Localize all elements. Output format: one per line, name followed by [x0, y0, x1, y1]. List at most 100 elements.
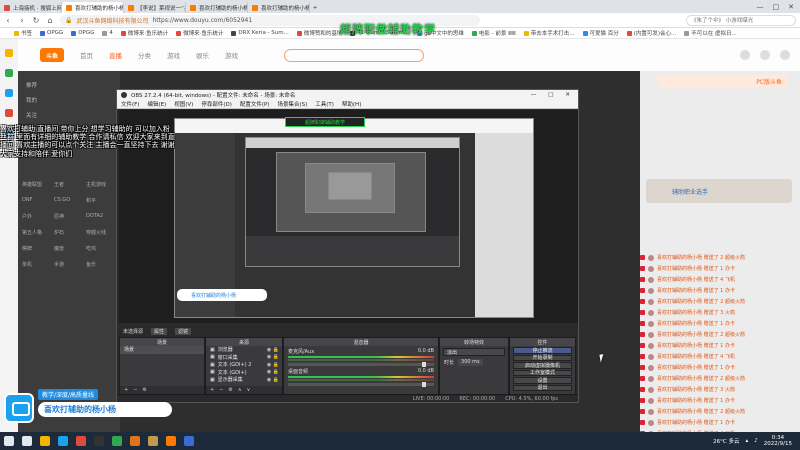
mic-volume-handle[interactable] — [422, 362, 426, 367]
search-icon[interactable] — [22, 436, 32, 446]
new-tab-button[interactable]: + — [310, 2, 320, 13]
desktop-volume-handle[interactable] — [422, 382, 426, 387]
obs-menu-item[interactable]: 文件(F) — [121, 100, 139, 108]
remove-source-icon[interactable]: − — [219, 387, 223, 393]
browser-tab[interactable]: 喜欢打辅助的杨小杨 直播间直播_斗鱼× — [248, 2, 310, 13]
control-button[interactable]: 开始录制 — [513, 354, 572, 361]
category-item[interactable]: 第五人格 — [22, 229, 54, 236]
transition-select[interactable]: 淡出 — [443, 348, 505, 356]
category-item[interactable]: 手游 — [54, 261, 86, 268]
home-icon[interactable]: ⌂ — [46, 16, 54, 25]
properties-button[interactable]: 属性 — [151, 327, 168, 335]
control-button[interactable]: 停止推流 — [513, 347, 572, 354]
desktop-volume-slider[interactable] — [288, 382, 434, 387]
category-item[interactable]: 王者 — [54, 181, 86, 188]
obs-menu-item[interactable]: 编辑(E) — [147, 100, 166, 108]
obs-preview[interactable]: 超牌职做辅助教学 喜欢打辅助的杨小杨 — [119, 110, 578, 323]
visibility-icon[interactable]: ◉ 🔒 — [267, 354, 279, 360]
app3-icon[interactable] — [184, 436, 194, 446]
message-icon[interactable] — [760, 50, 770, 60]
forward-icon[interactable]: › — [18, 16, 26, 25]
bookmark-item[interactable]: 可爱猫 百分 — [582, 29, 619, 37]
control-button[interactable]: 退出 — [513, 384, 572, 391]
close-button[interactable]: ✕ — [788, 3, 794, 11]
obs-maximize-button[interactable]: □ — [548, 92, 553, 98]
nav-item[interactable]: 游戏 — [225, 50, 238, 60]
category-item[interactable]: 主机游戏 — [86, 181, 118, 188]
bookmark-item[interactable]: 微博赞和的基情 — [296, 29, 342, 37]
avatar[interactable] — [780, 50, 790, 60]
move-down-icon[interactable]: ∨ — [247, 387, 251, 393]
browser-icon[interactable] — [76, 436, 86, 446]
bookmark-item[interactable]: 不可以在 虚拟日... — [684, 29, 737, 37]
obs-close-button[interactable]: ✕ — [565, 92, 570, 98]
wechat-icon[interactable] — [5, 69, 13, 77]
bookmark-item[interactable]: 电影 - 前景 ⅢⅢ — [471, 29, 516, 37]
filters-button[interactable]: 滤镜 — [175, 327, 192, 335]
control-button[interactable]: 设置 — [513, 377, 572, 384]
app-icon[interactable] — [130, 436, 140, 446]
network-icon[interactable]: ▴ — [746, 438, 749, 444]
category-item[interactable]: 棋牌 — [22, 245, 54, 252]
browser-tab[interactable]: 【李说】莱视说一“共同”——路线教学× — [124, 2, 186, 13]
nav-item[interactable]: 分类 — [138, 50, 151, 60]
volume-icon[interactable]: ♪ — [754, 438, 758, 444]
browser-tab[interactable]: 喜欢打辅助的杨小杨 个人空间_斗鱼× — [62, 2, 124, 13]
visibility-icon[interactable]: ◉ 🔒 — [267, 347, 279, 353]
bookmark-item[interactable]: 带去本手术打击... — [523, 29, 575, 37]
back-icon[interactable]: ‹ — [4, 16, 12, 25]
history-icon[interactable] — [740, 50, 750, 60]
source-item[interactable]: ▣ 显示器采集 ◉ 🔒 — [206, 376, 282, 384]
nav-item[interactable]: 直播 — [109, 50, 122, 60]
bookmark-item[interactable]: (内置可发)会心... — [626, 29, 676, 37]
category-item[interactable]: 鱼乐 — [86, 261, 118, 268]
bookmark-item[interactable]: OPGG — [40, 30, 63, 36]
bookmark-item[interactable]: 4 — [102, 30, 113, 36]
category-item[interactable]: 吃鸡 — [86, 245, 118, 252]
obs-menu-item[interactable]: 场景集合(S) — [277, 100, 307, 108]
visibility-icon[interactable]: ◉ 🔒 — [267, 362, 279, 368]
weibo-icon[interactable] — [5, 109, 13, 117]
pc-client-banner[interactable]: PC版斗鱼 — [658, 75, 788, 87]
start-icon[interactable] — [4, 436, 14, 446]
minimize-button[interactable]: — — [757, 3, 764, 11]
move-up-icon[interactable]: ∧ — [238, 387, 242, 393]
weather[interactable]: 26°C 多云 — [713, 437, 739, 445]
douyu-search-input[interactable] — [284, 48, 424, 62]
bookmark-item[interactable]: OPGG — [71, 30, 94, 36]
category-item[interactable]: 和平 — [86, 197, 118, 204]
control-button[interactable]: 工作室模式 — [513, 369, 572, 376]
bookmark-item[interactable]: DRX Keria - Sum... — [231, 30, 289, 36]
browser-tab[interactable]: 喜欢打辅助的杨小杨的直播间× — [186, 2, 248, 13]
chrome-icon[interactable] — [112, 436, 122, 446]
sidebar-item[interactable]: 关注 — [26, 111, 37, 119]
douyu-icon[interactable] — [166, 436, 176, 446]
visibility-icon[interactable]: ◉ 🔒 — [267, 369, 279, 375]
category-item[interactable]: 魔兽 — [54, 245, 86, 252]
source-item[interactable]: ▣ 文本 (GDI+) ◉ 🔒 — [206, 369, 282, 377]
app2-icon[interactable] — [148, 436, 158, 446]
category-item[interactable]: 炉石 — [54, 229, 86, 236]
category-item[interactable]: DNF — [22, 197, 54, 204]
category-item[interactable]: CS:GO — [54, 197, 86, 204]
control-button[interactable]: 启动虚拟摄像机 — [513, 362, 572, 369]
sidebar-item[interactable]: 推荐 — [26, 81, 37, 89]
category-item[interactable]: 单机 — [22, 261, 54, 268]
obs-menu-item[interactable]: 停靠部件(D) — [201, 100, 232, 108]
explorer-icon[interactable] — [40, 436, 50, 446]
add-source-icon[interactable]: + — [210, 387, 214, 393]
category-item[interactable]: DOTA2 — [86, 213, 118, 220]
chat-icon[interactable] — [5, 89, 13, 97]
category-item[interactable]: 户外 — [22, 213, 54, 220]
obs-menu-item[interactable]: 工具(T) — [315, 100, 334, 108]
source-item[interactable]: ▣ 文本 (GDI+) 2 ◉ 🔒 — [206, 361, 282, 369]
category-item[interactable]: 英雄联盟 — [22, 181, 54, 188]
nav-item[interactable]: 首页 — [80, 50, 93, 60]
category-item[interactable]: 原神 — [54, 213, 86, 220]
bookmark-item[interactable]: 微博来·鱼乐统计 — [120, 29, 168, 37]
obs-icon[interactable] — [94, 436, 104, 446]
source-item[interactable]: ▣ 窗口采集 ◉ 🔒 — [206, 354, 282, 362]
search-input[interactable]: 《朱了个伞》 小游戏曝光 — [686, 14, 796, 26]
duration-input[interactable]: 300 ms — [458, 359, 483, 366]
nav-item[interactable]: 娱乐 — [196, 50, 209, 60]
